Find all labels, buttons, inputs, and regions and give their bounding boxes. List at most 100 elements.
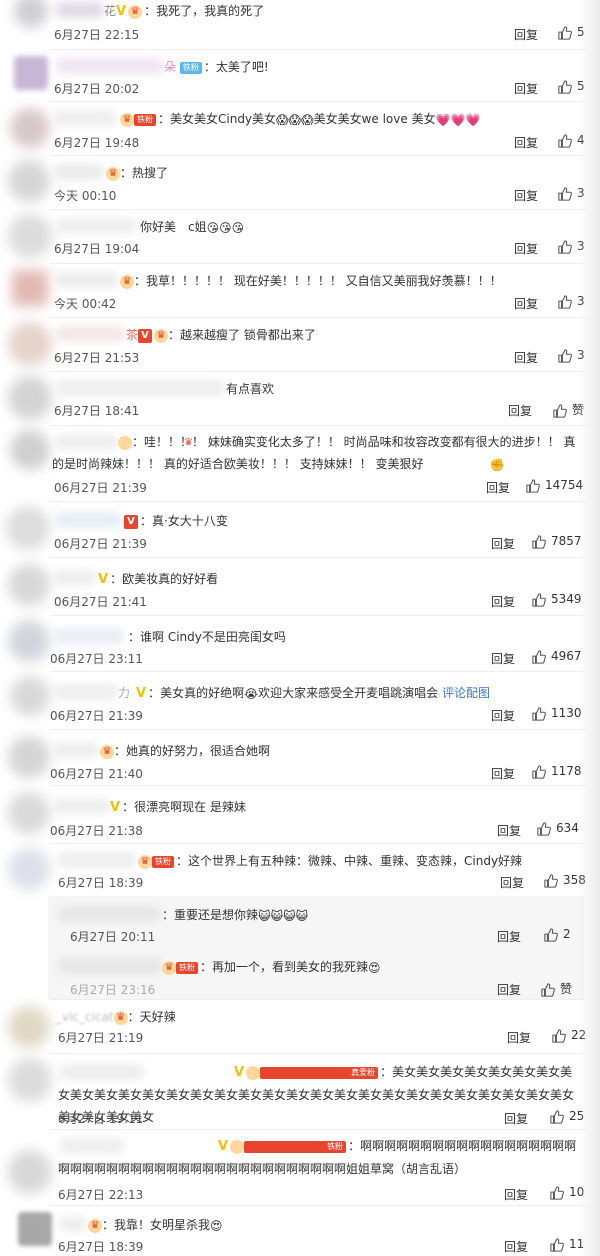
like-button[interactable]: 1130 [532, 706, 582, 721]
avatar[interactable] [10, 108, 50, 148]
username-blurred[interactable] [58, 906, 160, 922]
thumb-up-icon [526, 478, 540, 493]
avatar[interactable] [14, 0, 48, 28]
like-button[interactable]: 7857 [532, 534, 582, 549]
reply-button[interactable]: 回复 [491, 707, 515, 724]
username-blurred[interactable] [54, 628, 124, 644]
username-blurred[interactable] [54, 570, 96, 586]
avatar[interactable] [10, 676, 50, 716]
like-button[interactable]: 634 [537, 821, 579, 836]
like-button[interactable]: 2 [544, 927, 571, 942]
avatar[interactable] [6, 506, 50, 550]
reply-button[interactable]: 回复 [504, 1238, 528, 1255]
reply-button[interactable]: 回复 [486, 479, 510, 496]
comment-text: ：越来越瘦了 锁骨都出来了 [168, 328, 316, 342]
like-button[interactable]: 4967 [532, 649, 582, 664]
emoji-icon: 😘😘😘 [206, 220, 245, 235]
comment-time: 6月27日 23:16 [70, 983, 156, 997]
comment-time: 6月27日 18:39 [58, 1240, 144, 1254]
username[interactable]: 力 [118, 686, 130, 700]
reply-button[interactable]: 回复 [514, 134, 538, 151]
comment-item: 你好美 c姐😘😘😘 6月27日 19:04 回复 3 [0, 210, 600, 264]
comment-time: 6月27日 18:39 [58, 876, 144, 890]
avatar[interactable] [8, 1006, 50, 1048]
reply-button[interactable]: 回复 [514, 240, 538, 257]
username-blurred[interactable] [56, 326, 126, 342]
image-link[interactable]: 评论配图 [442, 686, 490, 700]
reply-button[interactable]: 回复 [514, 295, 538, 312]
avatar[interactable] [8, 322, 52, 366]
reply-button[interactable]: 回复 [497, 928, 521, 945]
avatar[interactable] [8, 376, 52, 420]
reply-button[interactable]: 回复 [491, 593, 515, 610]
username-blurred[interactable] [54, 164, 104, 180]
verified-v-icon: V [98, 571, 109, 587]
username-blurred[interactable] [54, 684, 118, 700]
reply-button[interactable]: 回复 [507, 1029, 531, 1046]
username-blurred[interactable] [56, 58, 164, 74]
avatar[interactable] [10, 430, 50, 470]
like-button[interactable]: 赞 [541, 980, 572, 997]
comment-time: 6月27日 21:53 [54, 351, 140, 365]
username-blurred[interactable] [54, 110, 116, 126]
avatar[interactable] [12, 270, 48, 306]
reply-button[interactable]: 回复 [504, 1110, 528, 1127]
avatar[interactable] [18, 1212, 52, 1246]
avatar[interactable] [14, 56, 48, 90]
reply-button[interactable]: 回复 [514, 349, 538, 366]
avatar[interactable] [8, 792, 50, 834]
crown-icon: ♛ [120, 112, 134, 127]
username[interactable]: 茶 [126, 328, 138, 342]
avatar[interactable] [8, 564, 50, 606]
username-blurred[interactable] [54, 798, 110, 814]
avatar[interactable] [8, 848, 50, 890]
like-button[interactable]: 14754 [526, 478, 583, 493]
username-blurred[interactable] [56, 218, 136, 234]
avatar[interactable] [8, 620, 50, 662]
reply-button[interactable]: 回复 [491, 650, 515, 667]
crown-icon: ♛ [246, 1065, 343, 1080]
username[interactable]: 花 [104, 4, 116, 18]
reply-button[interactable]: 回复 [514, 80, 538, 97]
username-blurred[interactable] [54, 272, 118, 288]
sub-reply-item: ♛ 铁粉 ：再加一个，看到美女的我死辣😍 6月27日 23:16 回复 赞 [0, 948, 600, 1000]
comment-time: 6月27日 19:11 [58, 1112, 144, 1126]
reply-button[interactable]: 回复 [491, 765, 515, 782]
reply-button[interactable]: 回复 [508, 402, 532, 419]
username-blurred[interactable] [60, 1216, 86, 1232]
username-blurred[interactable] [58, 852, 136, 868]
comment-item: _vic_cicat♛：天好辣 6月27日 21:19 回复 22 [0, 1000, 600, 1054]
reply-button[interactable]: 回复 [514, 187, 538, 204]
comment-time: 6月27日 22:15 [54, 28, 140, 42]
username[interactable]: _vic_cicat [56, 1010, 114, 1024]
fan-badge: 真爱粉 [260, 1066, 379, 1079]
avatar[interactable] [8, 160, 50, 202]
thumb-up-icon [544, 927, 558, 942]
reply-button[interactable]: 回复 [504, 1186, 528, 1203]
like-count: 634 [556, 821, 579, 835]
reply-button[interactable]: 回复 [497, 981, 521, 998]
avatar[interactable] [8, 214, 52, 258]
username-blurred[interactable] [56, 2, 104, 18]
username-blurred[interactable] [58, 958, 162, 974]
username-blurred[interactable] [54, 742, 98, 758]
avatar[interactable] [8, 736, 50, 778]
page-edge-shadow [578, 0, 600, 1256]
comment-text: 有点喜欢 [226, 382, 275, 396]
reply-button[interactable]: 回复 [514, 26, 538, 43]
like-button[interactable]: 5349 [532, 592, 582, 607]
username-blurred[interactable] [56, 380, 224, 396]
username[interactable]: 朵 [164, 60, 176, 74]
comment-text-2: 欢迎大家来感受全开麦唱跳演唱会 [258, 686, 439, 700]
comment-time: 6月27日 20:02 [54, 82, 140, 96]
avatar[interactable] [8, 1150, 52, 1194]
like-count: 1130 [551, 706, 582, 720]
comment-time: 6月27日 18:41 [54, 404, 140, 418]
reply-button[interactable]: 回复 [497, 822, 521, 839]
reply-button[interactable]: 回复 [500, 874, 524, 891]
username-blurred[interactable] [54, 512, 122, 528]
like-button[interactable]: 1178 [532, 764, 582, 779]
thumb-up-icon [532, 764, 546, 779]
avatar[interactable] [8, 1058, 52, 1102]
reply-button[interactable]: 回复 [491, 535, 515, 552]
